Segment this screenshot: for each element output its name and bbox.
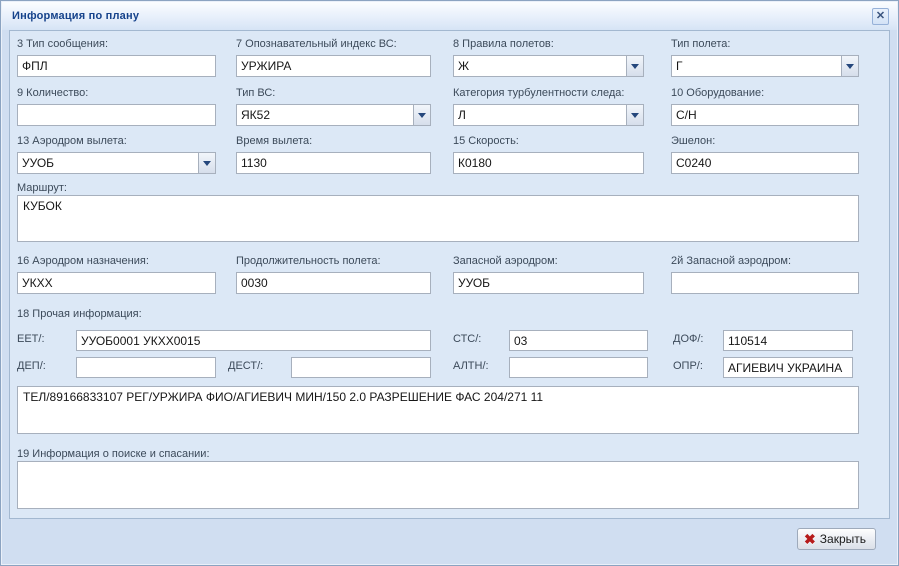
sts-label: СТС/: xyxy=(453,333,481,345)
field-wake-turbulence: Категория турбулентности следа: Л xyxy=(453,87,644,126)
flight-plan-info-dialog: Информация по плану ✕ 3 Тип сообщения: 7… xyxy=(0,0,899,566)
departure-aerodrome-label: 13 Аэродром вылета: xyxy=(17,135,216,148)
chevron-down-icon[interactable] xyxy=(626,56,643,76)
second-alternate-aerodrome-input[interactable] xyxy=(671,272,859,294)
level-input[interactable] xyxy=(671,152,859,174)
eet-label: ЕЕТ/: xyxy=(17,333,45,345)
route-label: Маршрут: xyxy=(17,182,67,194)
flight-type-label: Тип полета: xyxy=(671,38,859,51)
dof-input[interactable] xyxy=(723,330,853,351)
aircraft-id-input[interactable] xyxy=(236,55,431,77)
sts-input[interactable] xyxy=(509,330,648,351)
route-textarea[interactable]: КУБОК xyxy=(17,195,859,242)
dialog-title: Информация по плану xyxy=(12,10,139,22)
field-equipment: 10 Оборудование: xyxy=(671,87,859,126)
altn-input[interactable] xyxy=(509,357,648,378)
dialog-titlebar[interactable]: Информация по плану ✕ xyxy=(2,2,897,30)
departure-time-input[interactable] xyxy=(236,152,431,174)
departure-aerodrome-value: УУОБ xyxy=(18,153,197,173)
wake-turbulence-value: Л xyxy=(454,105,625,125)
flight-duration-input[interactable] xyxy=(236,272,431,294)
alternate-aerodrome-label: Запасной аэродром: xyxy=(453,255,644,268)
alternate-aerodrome-input[interactable] xyxy=(453,272,644,294)
field-level: Эшелон: xyxy=(671,135,859,174)
sar-info-label: 19 Информация о поиске и спасании: xyxy=(17,448,210,460)
red-x-icon: ✖ xyxy=(804,532,816,546)
dep-label: ДЕП/: xyxy=(17,360,46,372)
speed-input[interactable] xyxy=(453,152,644,174)
close-icon[interactable]: ✕ xyxy=(872,8,889,25)
chevron-down-icon[interactable] xyxy=(841,56,858,76)
level-label: Эшелон: xyxy=(671,135,859,148)
second-alternate-aerodrome-label: 2й Запасной аэродром: xyxy=(671,255,859,268)
opr-label: ОПР/: xyxy=(673,360,703,372)
field-flight-duration: Продолжительность полета: xyxy=(236,255,431,294)
flight-rules-label: 8 Правила полетов: xyxy=(453,38,644,51)
field-second-alternate-aerodrome: 2й Запасной аэродром: xyxy=(671,255,859,294)
number-input[interactable] xyxy=(17,104,216,126)
sar-info-textarea[interactable] xyxy=(17,461,859,509)
destination-aerodrome-label: 16 Аэродром назначения: xyxy=(17,255,216,268)
close-button[interactable]: ✖ Закрыть xyxy=(797,528,876,550)
field-alternate-aerodrome: Запасной аэродром: xyxy=(453,255,644,294)
field-speed: 15 Скорость: xyxy=(453,135,644,174)
aircraft-type-value: ЯК52 xyxy=(237,105,412,125)
wake-turbulence-select[interactable]: Л xyxy=(453,104,644,126)
equipment-input[interactable] xyxy=(671,104,859,126)
dof-label: ДОФ/: xyxy=(673,333,703,345)
aircraft-type-label: Тип ВС: xyxy=(236,87,431,100)
field-flight-type: Тип полета: Г xyxy=(671,38,859,77)
dialog-content-panel: 3 Тип сообщения: 7 Опознавательный индек… xyxy=(9,30,890,519)
dest-label: ДЕСТ/: xyxy=(228,360,263,372)
altn-label: АЛТН/: xyxy=(453,360,489,372)
field-aircraft-type: Тип ВС: ЯК52 xyxy=(236,87,431,126)
field-flight-rules: 8 Правила полетов: Ж xyxy=(453,38,644,77)
departure-time-label: Время вылета: xyxy=(236,135,431,148)
departure-aerodrome-select[interactable]: УУОБ xyxy=(17,152,216,174)
equipment-label: 10 Оборудование: xyxy=(671,87,859,100)
close-button-label: Закрыть xyxy=(820,532,866,546)
speed-label: 15 Скорость: xyxy=(453,135,644,148)
flight-duration-label: Продолжительность полета: xyxy=(236,255,431,268)
eet-input[interactable] xyxy=(76,330,431,351)
dep-input[interactable] xyxy=(76,357,216,378)
aircraft-id-label: 7 Опознавательный индекс ВС: xyxy=(236,38,431,51)
flight-type-select[interactable]: Г xyxy=(671,55,859,77)
aircraft-type-select[interactable]: ЯК52 xyxy=(236,104,431,126)
chevron-down-icon[interactable] xyxy=(198,153,215,173)
destination-aerodrome-input[interactable] xyxy=(17,272,216,294)
number-label: 9 Количество: xyxy=(17,87,216,100)
field-aircraft-id: 7 Опознавательный индекс ВС: xyxy=(236,38,431,77)
field-destination-aerodrome: 16 Аэродром назначения: xyxy=(17,255,216,294)
field-message-type: 3 Тип сообщения: xyxy=(17,38,216,77)
flight-type-value: Г xyxy=(672,56,840,76)
flight-rules-select[interactable]: Ж xyxy=(453,55,644,77)
dest-input[interactable] xyxy=(291,357,431,378)
opr-input[interactable] xyxy=(723,357,853,378)
field-departure-aerodrome: 13 Аэродром вылета: УУОБ xyxy=(17,135,216,174)
flight-rules-value: Ж xyxy=(454,56,625,76)
chevron-down-icon[interactable] xyxy=(626,105,643,125)
chevron-down-icon[interactable] xyxy=(413,105,430,125)
field-number: 9 Количество: xyxy=(17,87,216,126)
wake-turbulence-label: Категория турбулентности следа: xyxy=(453,87,644,100)
message-type-input[interactable] xyxy=(17,55,216,77)
other-info-textarea[interactable]: ТЕЛ/89166833107 РЕГ/УРЖИРА ФИО/АГИЕВИЧ М… xyxy=(17,386,859,434)
other-info-heading: 18 Прочая информация: xyxy=(17,308,142,320)
message-type-label: 3 Тип сообщения: xyxy=(17,38,216,51)
field-departure-time: Время вылета: xyxy=(236,135,431,174)
